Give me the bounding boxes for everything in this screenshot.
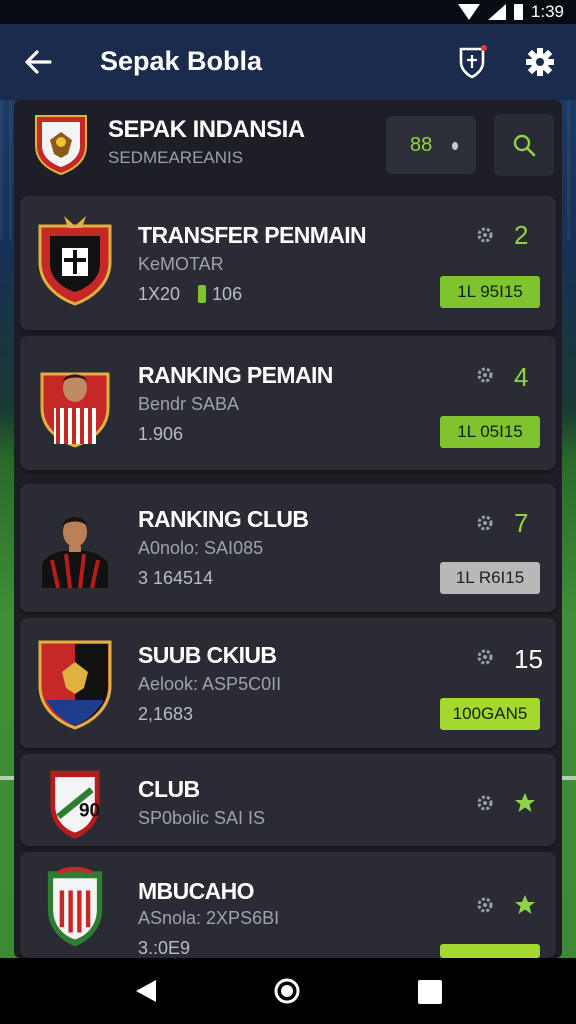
card-transfer-pemain[interactable]: TRANSFER PENMAIN KeMOTAR 1X20 106 2 1L 95… — [20, 196, 556, 330]
star-icon[interactable] — [514, 792, 536, 814]
card-mbucaho[interactable]: MBUCAHO ASnola: 2XPS6BI 3.:0E9 — [20, 852, 556, 958]
card-badge[interactable]: 100GAN5 — [440, 698, 540, 730]
card-count: 15 — [514, 644, 543, 674]
shield-icon[interactable] — [456, 44, 490, 80]
gear-icon[interactable] — [476, 648, 494, 666]
club-crest-icon — [47, 866, 103, 947]
gear-icon[interactable] — [476, 226, 494, 244]
dot-icon — [452, 142, 458, 150]
card-title: MBUCAHO — [138, 878, 255, 904]
card-club[interactable]: 90 CLUB SP0bolic SAI IS — [20, 754, 556, 846]
back-arrow-icon[interactable] — [22, 46, 54, 78]
card-subtitle: KeMOTAR — [138, 254, 224, 274]
card-title: RANKING CLUB — [138, 506, 309, 532]
card-count: 2 — [514, 220, 529, 250]
wifi-icon — [457, 4, 480, 20]
gear-icon[interactable] — [476, 366, 494, 384]
card-number: 3.:0E9 — [138, 938, 191, 958]
card-title: CLUB — [138, 776, 200, 802]
search-button[interactable] — [494, 114, 554, 176]
gear-icon[interactable] — [476, 794, 494, 812]
card-number: 1.906 — [138, 424, 184, 444]
card-subtitle: ASnola: 2XPS6BI — [138, 908, 280, 928]
battery-icon — [513, 4, 523, 20]
bar-icon — [198, 285, 207, 303]
card-suub-ckiub[interactable]: SUUB CKIUB Aelook: ASP5C0II 2,1683 15 10… — [20, 618, 556, 748]
card-badge[interactable]: 1L 05I15 — [440, 416, 540, 448]
gear-icon[interactable] — [524, 46, 556, 78]
svg-text:90: 90 — [79, 801, 100, 822]
league-header: SEPAK INDANSIA SEDMEAREANIS 88 — [14, 100, 562, 192]
main-panel: SEPAK INDANSIA SEDMEAREANIS 88 TRANSFER … — [14, 100, 562, 958]
player-photo-icon — [40, 372, 110, 448]
app-title: Sepak Bobla — [100, 46, 263, 76]
status-bar: 1:39 — [0, 0, 576, 24]
card-ranking-club[interactable]: RANKING CLUB A0nolo: SAI085 3 164514 7 1… — [20, 484, 556, 612]
card-subtitle: Bendr SABA — [138, 394, 240, 414]
card-count: 4 — [514, 362, 529, 392]
card-subtitle: Aelook: ASP5C0II — [138, 674, 282, 694]
counter-box[interactable]: 88 — [386, 116, 476, 174]
club-crest-icon — [38, 216, 112, 306]
card-count: 7 — [514, 508, 529, 538]
card-title: RANKING PEMAIN — [138, 362, 333, 388]
garuda-crest-icon — [35, 115, 87, 176]
card-subtitle: A0nolo: SAI085 — [138, 538, 264, 558]
league-title: SEPAK INDANSIA — [108, 116, 305, 143]
league-subtitle: SEDMEAREANIS — [108, 148, 244, 167]
card-number-value: 1X20 — [138, 284, 181, 304]
search-icon — [513, 134, 536, 157]
club-crest-icon: 90 — [50, 770, 100, 839]
player-photo-icon — [42, 517, 108, 589]
club-crest-icon — [38, 640, 112, 730]
gear-icon[interactable] — [476, 514, 494, 532]
status-time: 1:39 — [530, 2, 564, 21]
card-badge-partial[interactable] — [440, 944, 540, 958]
counter-value: 88 — [410, 134, 433, 156]
nav-back-icon[interactable] — [134, 978, 158, 1004]
nav-recent-icon[interactable] — [418, 980, 442, 1004]
card-number: 3 164514 — [138, 568, 214, 588]
card-badge[interactable]: 1L 95I15 — [440, 276, 540, 308]
card-number-secondary: 106 — [212, 284, 243, 304]
card-number: 2,1683 — [138, 704, 194, 724]
nav-home-icon[interactable] — [273, 977, 301, 1005]
system-nav-bar — [0, 958, 576, 1024]
card-title: TRANSFER PENMAIN — [138, 222, 367, 248]
card-badge[interactable]: 1L R6I15 — [440, 562, 540, 594]
card-title: SUUB CKIUB — [138, 642, 277, 668]
signal-icon — [487, 4, 506, 20]
app-bar: Sepak Bobla — [0, 24, 576, 100]
card-ranking-pemain[interactable]: RANKING PEMAIN Bendr SABA 1.906 4 1L 05I… — [20, 336, 556, 470]
card-subtitle: SP0bolic SAI IS — [138, 808, 266, 828]
star-icon[interactable] — [514, 894, 536, 916]
card-number: 1X20 106 — [138, 284, 242, 305]
gear-icon[interactable] — [476, 896, 494, 914]
